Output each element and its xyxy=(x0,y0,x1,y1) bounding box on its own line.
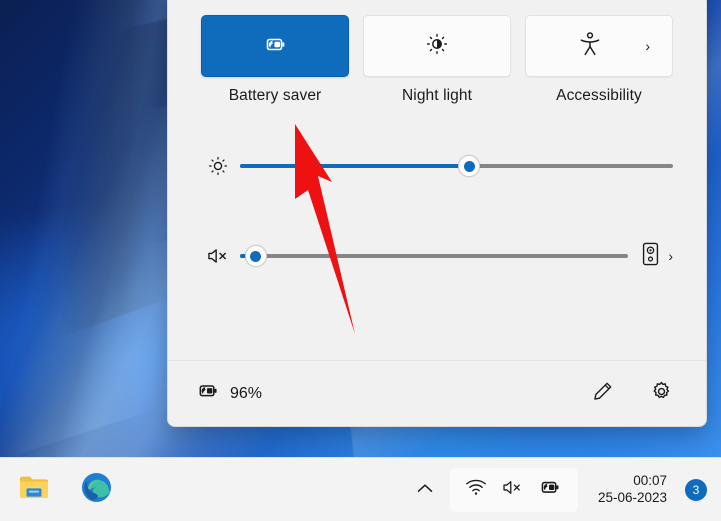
quick-settings-tiles: › › xyxy=(168,0,706,77)
volume-output-chevron-right-icon[interactable]: › xyxy=(668,249,673,263)
quick-settings-tile-labels: Battery saver Night light Accessibility xyxy=(168,77,706,105)
quick-tile-night-light[interactable]: › xyxy=(363,15,511,77)
quick-tile-label-accessibility: Accessibility xyxy=(556,87,642,104)
quick-tile-battery-saver[interactable] xyxy=(201,15,349,77)
taskbar: 00:07 25-06-2023 3 xyxy=(0,457,721,521)
battery-status[interactable]: 96% xyxy=(196,381,262,406)
battery-saver-icon xyxy=(538,478,563,502)
battery-saver-icon xyxy=(196,381,221,406)
quick-tile-label-night-light: Night light xyxy=(401,87,473,104)
quick-tile-accessibility[interactable]: › xyxy=(525,15,673,77)
volume-slider-track[interactable] xyxy=(240,245,629,267)
brightness-slider-row xyxy=(168,145,706,187)
speaker-select-icon[interactable] xyxy=(642,242,659,271)
pencil-icon xyxy=(592,380,614,407)
desktop-screen: › › Battery saver Night light Accessibil… xyxy=(0,0,721,521)
file-explorer-icon xyxy=(18,472,50,507)
night-light-icon xyxy=(425,32,449,61)
taskbar-clock[interactable]: 00:07 25-06-2023 xyxy=(598,473,667,506)
gear-icon xyxy=(650,380,673,408)
brightness-slider-track[interactable] xyxy=(240,155,673,177)
battery-percent-label: 96% xyxy=(230,384,263,402)
quick-settings-panel: › › Battery saver Night light Accessibil… xyxy=(167,0,707,427)
open-settings-button[interactable] xyxy=(644,377,678,411)
brightness-slider-thumb[interactable] xyxy=(458,155,481,177)
clock-date: 25-06-2023 xyxy=(597,489,667,505)
quick-settings-footer: 96% xyxy=(168,360,706,426)
wifi-icon xyxy=(465,478,487,501)
edit-quick-settings-button[interactable] xyxy=(586,377,620,411)
volume-slider-row: › xyxy=(168,235,706,277)
chevron-up-icon xyxy=(417,482,433,497)
volume-muted-icon xyxy=(501,478,524,502)
notification-count-badge[interactable]: 3 xyxy=(685,478,707,501)
taskbar-app-microsoft-edge[interactable] xyxy=(76,470,116,510)
taskbar-system-area: 00:07 25-06-2023 3 xyxy=(408,467,721,512)
microsoft-edge-icon xyxy=(81,472,112,508)
brightness-icon xyxy=(201,155,235,177)
volume-slider-thumb[interactable] xyxy=(244,245,267,267)
accessibility-icon xyxy=(578,31,602,62)
tray-expand-button[interactable] xyxy=(408,470,442,510)
clock-time: 00:07 xyxy=(633,473,667,489)
taskbar-app-file-explorer[interactable] xyxy=(14,470,54,510)
volume-slider-rail xyxy=(240,254,629,258)
quick-tile-label-battery-saver: Battery saver xyxy=(228,87,322,104)
brightness-slider-fill xyxy=(240,164,470,168)
battery-saver-icon xyxy=(262,31,288,62)
accessibility-chevron-right-icon[interactable]: › xyxy=(645,39,650,53)
volume-muted-icon[interactable] xyxy=(201,245,235,267)
taskbar-app-buttons xyxy=(0,470,116,510)
volume-output-picker[interactable]: › xyxy=(642,242,673,271)
quick-settings-tray-button[interactable] xyxy=(449,467,578,512)
